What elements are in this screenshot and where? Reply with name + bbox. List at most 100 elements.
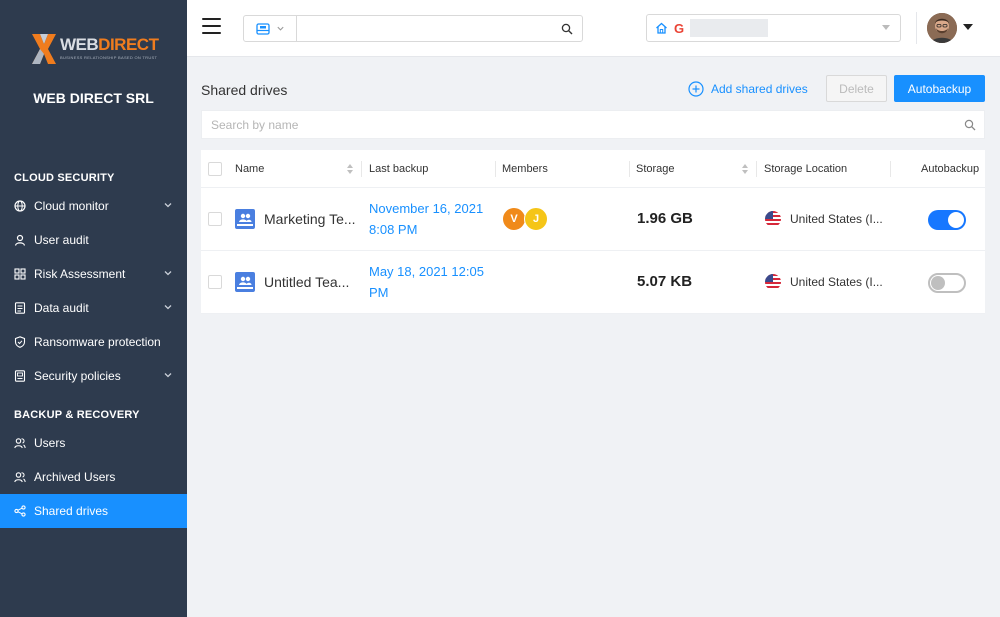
column-separator [629,161,630,177]
menu-toggle-icon[interactable] [202,18,221,36]
users-icon [14,437,26,449]
column-last-backup[interactable]: Last backup [369,150,428,188]
divider [916,12,917,44]
sort-icon[interactable] [741,163,749,175]
global-search-input[interactable] [297,16,552,41]
logo-text: WEBDIRECT [60,35,159,54]
autobackup-toggle[interactable] [928,273,966,293]
sort-icon[interactable] [346,163,354,175]
chevron-down-icon [164,373,172,378]
autobackup-toggle[interactable] [928,210,966,230]
sidebar-item-label: Shared drives [34,504,109,518]
add-shared-drives-button[interactable]: Add shared drives [688,80,808,98]
members-cell: V J [502,207,562,233]
section-backup-recovery: BACKUP & RECOVERY [14,409,140,421]
column-members[interactable]: Members [502,150,548,188]
shield-icon [14,336,26,348]
add-shared-drives-label: Add shared drives [711,82,808,96]
last-backup-time: 8:08 PM [369,222,418,237]
chevron-down-icon [164,271,172,276]
user-avatar[interactable] [927,13,957,43]
sidebar-item-label: Security policies [34,369,121,383]
search-scope-select[interactable] [244,16,297,41]
sidebar-item-shared-drives[interactable]: Shared drives [0,494,187,528]
globe-icon [14,200,26,212]
search-by-name-input[interactable] [202,111,956,138]
column-autobackup[interactable]: Autobackup [921,150,979,188]
top-bar: G [187,0,1000,57]
sidebar-item-data-audit[interactable]: Data audit [0,291,187,325]
drive-name-cell: Untitled Tea... [235,272,349,292]
last-backup-link[interactable]: November 16, 2021 8:08 PM [369,198,494,240]
storage-cell: 5.07 KB [637,273,692,290]
select-all-cell [208,150,222,188]
drive-name[interactable]: Untitled Tea... [264,274,349,290]
row-checkbox[interactable] [208,275,222,289]
tenant-name-masked [690,19,769,37]
sidebar-item-label: Archived Users [34,470,116,484]
autobackup-cell [928,210,966,230]
table-row[interactable]: Marketing Te... November 16, 2021 8:08 P… [201,188,985,251]
location-cell: United States (I... [765,274,883,290]
tenant-select[interactable]: G [646,14,901,42]
document-icon [14,302,26,314]
caret-down-icon [882,25,890,30]
grid-icon [14,268,26,280]
search-icon[interactable] [552,16,582,41]
member-avatar[interactable]: V [502,207,526,231]
autobackup-cell [928,273,966,293]
us-flag-icon [765,211,781,227]
sidebar-item-cloud-monitor[interactable]: Cloud monitor [0,189,187,223]
sidebar-item-user-audit[interactable]: User audit [0,223,187,257]
row-checkbox[interactable] [208,212,222,226]
table-header: Name Last backup Members Storage Storage… [201,150,985,188]
select-all-checkbox[interactable] [208,162,222,176]
member-avatar[interactable]: J [524,207,548,231]
row-select-cell [208,212,222,226]
column-separator [756,161,757,177]
page-title: Shared drives [201,82,288,98]
organization-name: WEB DIRECT SRL [33,90,154,106]
sidebar-item-ransomware-protection[interactable]: Ransomware protection [0,325,187,359]
chevron-down-icon [276,26,284,31]
drive-name[interactable]: Marketing Te... [264,211,356,227]
location-cell: United States (I... [765,211,883,227]
user-icon [14,234,26,246]
search-icon[interactable] [956,119,984,131]
storage-size: 5.07 KB [637,273,693,290]
caret-down-icon[interactable] [963,24,973,30]
shared-drives-table: Name Last backup Members Storage Storage… [201,150,985,314]
column-storage[interactable]: Storage [636,150,675,188]
sidebar-item-security-policies[interactable]: Security policies [0,359,187,393]
sidebar-item-label: Users [34,436,66,450]
sidebar-item-risk-assessment[interactable]: Risk Assessment [0,257,187,291]
google-icon: G [674,20,685,36]
sidebar-item-label: Cloud monitor [34,199,109,213]
column-storage-location[interactable]: Storage Location [764,150,847,188]
row-select-cell [208,275,222,289]
table-row[interactable]: Untitled Tea... May 18, 2021 12:05 PM 5.… [201,251,985,314]
sidebar-item-label: Risk Assessment [34,267,126,281]
delete-button[interactable]: Delete [826,75,887,102]
web-direct-logo[interactable]: WEBDIRECT BUSINESS RELATIONSHIP BASED ON… [30,32,160,68]
autobackup-button[interactable]: Autobackup [894,75,985,102]
sidebar-item-archived-users[interactable]: Archived Users [0,460,187,494]
policy-icon [14,370,26,382]
sidebar-item-label: Data audit [34,301,89,315]
sidebar-item-users[interactable]: Users [0,426,187,460]
shared-drive-icon [235,272,255,292]
chevron-down-icon [164,305,172,310]
global-search [243,15,583,42]
drive-name-cell: Marketing Te... [235,209,356,229]
column-separator [890,161,891,177]
column-separator [495,161,496,177]
us-flag-icon [765,274,781,290]
column-name[interactable]: Name [235,150,264,188]
share-icon [14,505,26,517]
sidebar-item-label: User audit [34,233,89,247]
last-backup-link[interactable]: May 18, 2021 12:05 PM [369,261,494,303]
chevron-down-icon [164,203,172,208]
last-backup-time: PM [369,285,389,300]
home-icon [656,22,667,34]
sidebar: WEBDIRECT BUSINESS RELATIONSHIP BASED ON… [0,0,187,617]
